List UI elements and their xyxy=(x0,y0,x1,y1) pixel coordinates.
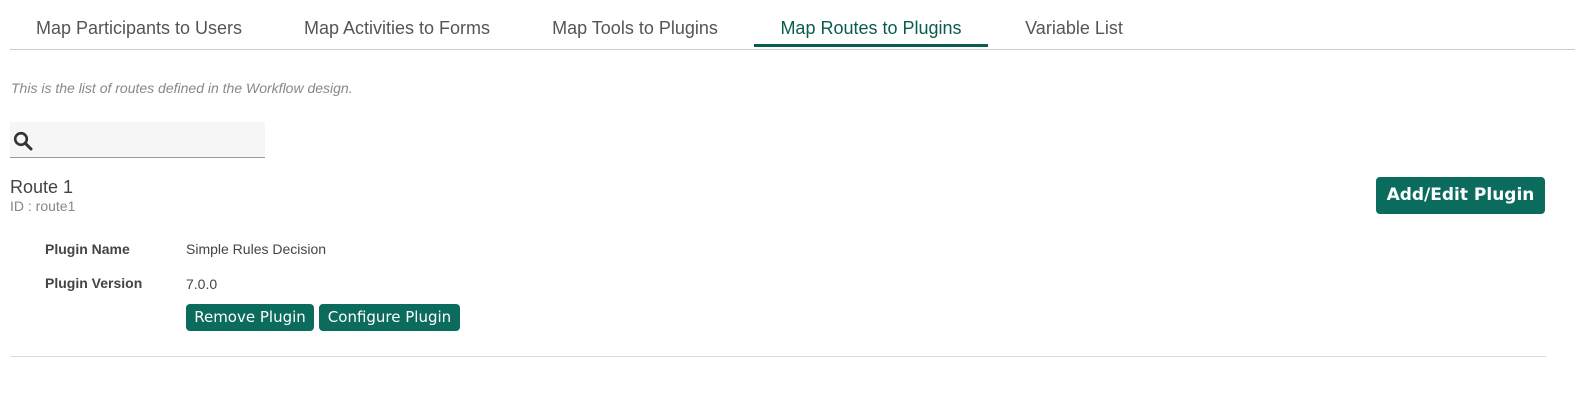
configure-plugin-button[interactable]: Configure Plugin xyxy=(319,304,460,331)
plugin-name-value: Simple Rules Decision xyxy=(186,241,327,257)
route-divider xyxy=(10,356,1546,357)
tab-bar: Map Participants to Users Map Activities… xyxy=(10,0,1575,50)
tab-map-routes-to-plugins[interactable]: Map Routes to Plugins xyxy=(754,0,988,49)
tab-map-tools-to-plugins[interactable]: Map Tools to Plugins xyxy=(536,0,734,49)
page-description: This is the list of routes defined in th… xyxy=(11,80,353,96)
search-box xyxy=(10,122,265,158)
route-title: Route 1 xyxy=(10,177,74,197)
plugin-version-value: 7.0.0 xyxy=(186,276,218,292)
search-icon xyxy=(13,131,33,151)
remove-plugin-button[interactable]: Remove Plugin xyxy=(186,304,314,331)
plugin-version-label: Plugin Version xyxy=(45,275,143,291)
add-edit-plugin-button[interactable]: Add/Edit Plugin xyxy=(1376,177,1545,214)
tab-variable-list[interactable]: Variable List xyxy=(1018,0,1130,49)
search-input[interactable] xyxy=(40,122,264,158)
plugin-name-label: Plugin Name xyxy=(45,241,130,257)
route-id: ID : route1 xyxy=(10,198,76,214)
tab-map-participants-to-users[interactable]: Map Participants to Users xyxy=(20,0,258,49)
tab-map-activities-to-forms[interactable]: Map Activities to Forms xyxy=(286,0,508,49)
